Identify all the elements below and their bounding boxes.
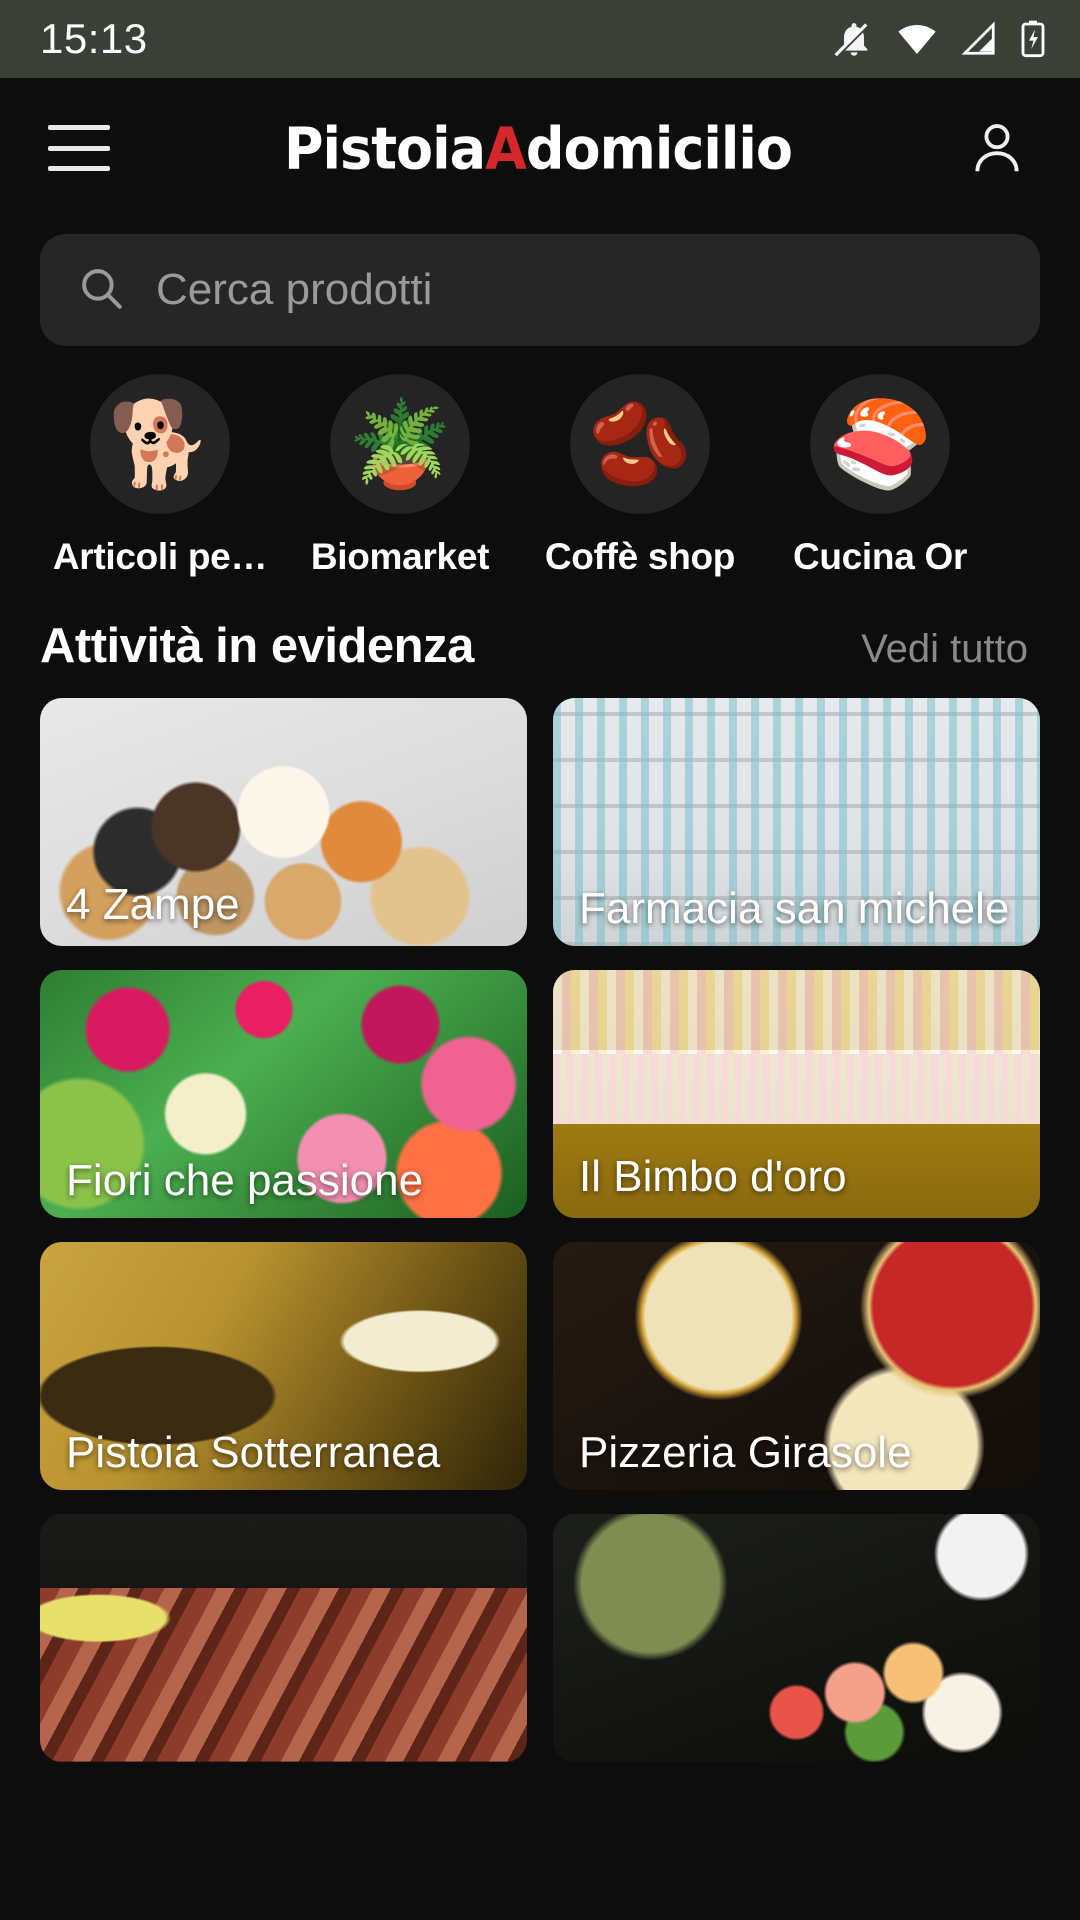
coffee-bean-icon: 🫘 — [570, 374, 710, 514]
card-title: 4 Zampe — [66, 879, 240, 929]
page-title: Attività in evidenza — [40, 619, 474, 673]
category-item-biomarket[interactable]: 🪴 Biomarket — [280, 374, 520, 578]
business-card[interactable]: Il Bimbo d'oro — [553, 970, 1040, 1218]
search-input[interactable]: Cerca prodotti — [40, 234, 1040, 346]
featured-card-grid: 4 Zampe Farmacia san michele Fiori che p… — [0, 698, 1080, 1762]
brand-text-primary: Pistoia — [283, 113, 486, 183]
category-glyph: 🍣 — [827, 397, 933, 491]
category-label: Cucina Or — [792, 536, 968, 577]
card-image — [40, 1514, 527, 1762]
app-bar: PistoiaAdomicilio — [0, 78, 1080, 218]
card-title: Pizzeria Girasole — [579, 1427, 912, 1477]
hamburger-line — [48, 125, 110, 130]
sushi-icon: 🍣 — [810, 374, 950, 514]
card-title: Farmacia san michele — [579, 883, 1010, 933]
featured-section-header: Attività in evidenza Vedi tutto — [0, 618, 1080, 674]
business-card[interactable] — [40, 1514, 527, 1762]
business-card[interactable]: Fiori che passione — [40, 970, 527, 1218]
category-glyph: 🫘 — [587, 397, 693, 491]
hamburger-line — [48, 145, 110, 151]
app-logo[interactable]: PistoiaAdomicilio — [283, 113, 793, 183]
dog-icon: 🐕 — [90, 374, 230, 514]
category-item-cucina-orientale[interactable]: 🍣 Cucina Or — [760, 374, 1000, 578]
category-glyph: 🪴 — [347, 397, 453, 491]
wifi-icon — [896, 19, 938, 59]
brand-text-secondary: domicilio — [525, 113, 793, 183]
category-glyph: 🐕 — [107, 397, 213, 491]
search-section: Cerca prodotti — [0, 218, 1080, 346]
category-item-articoli-per-animali[interactable]: 🐕 Articoli pe… — [40, 374, 280, 578]
card-title: Fiori che passione — [66, 1155, 424, 1205]
card-title: Pistoia Sotterranea — [66, 1427, 441, 1477]
status-bar: 15:13 — [0, 0, 1080, 78]
hamburger-line — [48, 166, 110, 171]
status-icons — [834, 19, 1046, 59]
search-placeholder: Cerca prodotti — [156, 265, 433, 314]
business-card[interactable]: Pizzeria Girasole — [553, 1242, 1040, 1490]
account-person-icon[interactable] — [966, 117, 1028, 179]
business-card[interactable]: Pistoia Sotterranea — [40, 1242, 527, 1490]
category-carousel[interactable]: 🐕 Articoli pe… 🪴 Biomarket 🫘 Coffè shop … — [0, 374, 1080, 578]
potted-plant-icon: 🪴 — [330, 374, 470, 514]
status-time: 15:13 — [40, 15, 148, 62]
hamburger-menu-icon[interactable] — [48, 125, 110, 171]
see-all-link[interactable]: Vedi tutto — [861, 627, 1028, 672]
card-image — [553, 1514, 1040, 1762]
category-label: Articoli pe… — [52, 536, 268, 577]
cellular-signal-icon — [960, 19, 998, 59]
business-card[interactable]: Farmacia san michele — [553, 698, 1040, 946]
category-label: Coffè shop — [544, 536, 736, 577]
category-label: Biomarket — [310, 536, 490, 577]
category-item-coffe-shop[interactable]: 🫘 Coffè shop — [520, 374, 760, 578]
business-card[interactable]: 4 Zampe — [40, 698, 527, 946]
brand-text-accent: A — [485, 113, 527, 183]
card-title: Il Bimbo d'oro — [579, 1151, 847, 1201]
notifications-off-icon — [834, 19, 874, 59]
business-card[interactable] — [553, 1514, 1040, 1762]
battery-charging-icon — [1020, 19, 1046, 59]
search-icon — [76, 263, 126, 318]
